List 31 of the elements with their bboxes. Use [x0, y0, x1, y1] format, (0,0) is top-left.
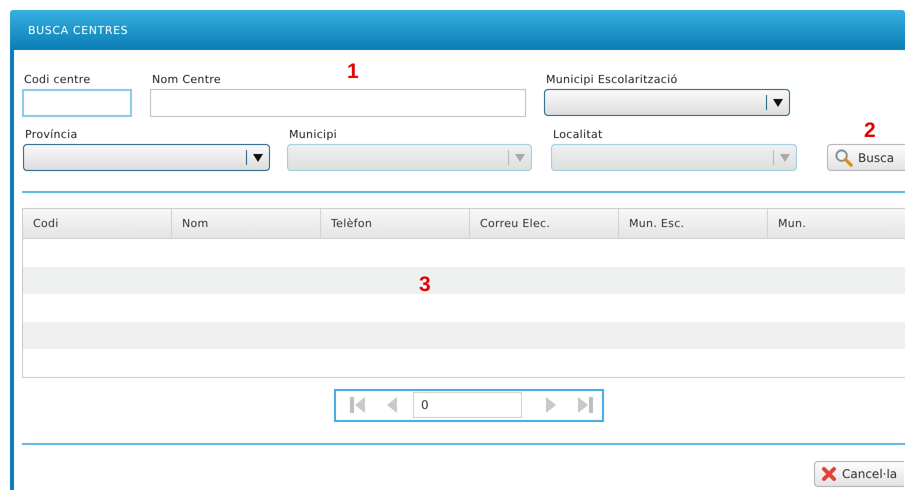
- dropdown-arrow-icon: [780, 154, 790, 162]
- column-header[interactable]: Mun.: [768, 209, 905, 238]
- field-label: Municipi: [288, 127, 338, 143]
- column-header[interactable]: Nom: [172, 209, 321, 238]
- cancel-button[interactable]: Cancel·la: [814, 460, 904, 486]
- field-label: Localitat: [552, 127, 604, 143]
- page-input[interactable]: 0: [413, 392, 522, 418]
- close-icon: [821, 466, 837, 482]
- column-header[interactable]: Telèfon: [321, 209, 470, 238]
- field-label: Nom Centre: [151, 72, 222, 88]
- dropdown-arrow-icon: [253, 154, 263, 162]
- input-field[interactable]: [150, 89, 526, 117]
- field-label: Municipi Escolarització: [545, 72, 679, 88]
- annotation-number: 2: [864, 119, 876, 143]
- dropdown-field[interactable]: [23, 144, 270, 171]
- input-field[interactable]: [22, 89, 132, 117]
- column-header[interactable]: Correu Elec.: [470, 209, 619, 238]
- field-label: Codi centre: [23, 72, 92, 88]
- search-icon: [834, 148, 853, 167]
- column-header[interactable]: Codi: [23, 209, 172, 238]
- column-header[interactable]: Mun. Esc.: [619, 209, 768, 238]
- table-row[interactable]: [23, 322, 905, 349]
- field-label: Província: [24, 127, 79, 143]
- dropdown-arrow-icon: [515, 154, 525, 162]
- dropdown-field[interactable]: [544, 89, 790, 116]
- annotation-number: 3: [419, 273, 431, 297]
- dropdown-arrow-icon: [773, 98, 783, 106]
- window-title: BUSCA CENTRES: [28, 24, 128, 36]
- search-button[interactable]: Busca: [827, 144, 905, 171]
- annotation-number: 1: [347, 60, 359, 84]
- table-row[interactable]: [23, 266, 905, 294]
